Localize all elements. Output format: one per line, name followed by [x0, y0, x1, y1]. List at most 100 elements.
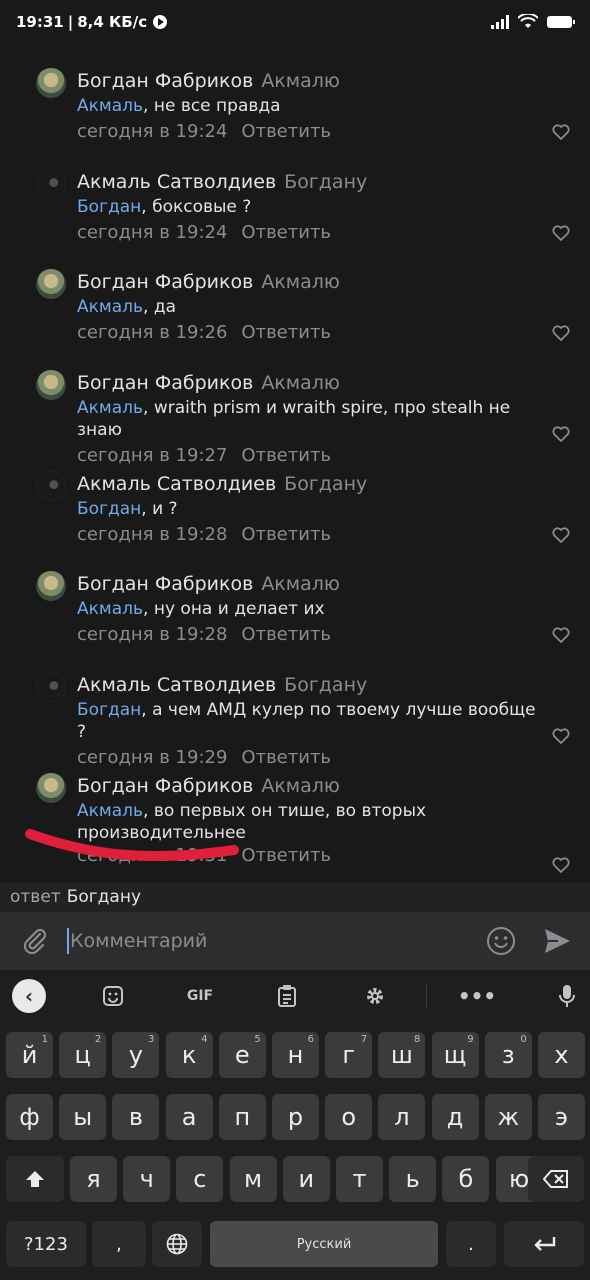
key-ч[interactable]: ч	[123, 1156, 171, 1202]
avatar[interactable]	[36, 269, 66, 300]
sticker-icon[interactable]	[98, 980, 128, 1012]
key-о[interactable]: о	[325, 1094, 373, 1140]
keyboard-collapse-button[interactable]: ‹	[12, 979, 46, 1013]
key-ц[interactable]: ц2	[59, 1032, 107, 1078]
emoji-icon[interactable]	[486, 926, 516, 956]
mention-link[interactable]: Акмаль	[77, 297, 143, 317]
key-ы[interactable]: ы	[59, 1094, 107, 1140]
comment-item[interactable]: Акмаль Сатволдиев Богдану Богдан, а чем АМ…	[0, 660, 590, 768]
author-name[interactable]: Акмаль Сатволдиев	[77, 674, 276, 696]
mention-link[interactable]: Богдан	[77, 197, 141, 217]
comment-item[interactable]: Богдан Фабриков Акмалю Акмаль, не все прав…	[0, 56, 590, 157]
mention-link[interactable]: Акмаль	[77, 599, 143, 619]
reply-to-name: Богдану	[284, 472, 368, 495]
space-bar[interactable]: Русский	[210, 1221, 438, 1267]
avatar[interactable]	[36, 571, 66, 602]
comment-input[interactable]	[70, 912, 470, 970]
shift-key[interactable]	[6, 1156, 64, 1202]
key-й[interactable]: й1	[6, 1032, 53, 1078]
reply-button[interactable]: Ответить	[241, 322, 331, 343]
key-т[interactable]: т	[336, 1156, 383, 1202]
key-е[interactable]: е5	[218, 1032, 266, 1078]
key-ф[interactable]: ф	[6, 1094, 53, 1140]
reply-button[interactable]: Ответить	[241, 845, 331, 866]
comment-item[interactable]: Богдан Фабриков Акмалю Акмаль, ну она и де…	[0, 559, 590, 660]
key-р[interactable]: р	[272, 1094, 319, 1140]
comment-item[interactable]: Акмаль Сатволдиев Богдану Богдан, и ? сегод…	[0, 459, 590, 560]
author-name[interactable]: Богдан Фабриков	[77, 573, 253, 595]
like-heart-icon[interactable]	[552, 124, 570, 140]
key-п[interactable]: п	[218, 1094, 266, 1140]
like-heart-icon[interactable]	[552, 426, 570, 442]
clipboard-icon[interactable]	[272, 980, 302, 1012]
attach-icon[interactable]	[20, 926, 48, 954]
comma-emoji-key[interactable]: ,	[92, 1221, 146, 1267]
key-в[interactable]: в	[112, 1094, 160, 1140]
globe-language-key[interactable]	[152, 1221, 202, 1267]
comment-item[interactable]: Богдан Фабриков Акмалю Акмаль, wraith pris…	[0, 358, 590, 466]
mention-link[interactable]: Акмаль	[77, 801, 143, 821]
mention-link[interactable]: Богдан	[77, 700, 141, 720]
key-к[interactable]: к4	[165, 1032, 213, 1078]
text-cursor	[67, 928, 69, 954]
mention-link[interactable]: Богдан	[77, 499, 141, 519]
microphone-icon[interactable]	[552, 980, 582, 1012]
reply-button[interactable]: Ответить	[241, 524, 331, 545]
key-с[interactable]: с	[176, 1156, 224, 1202]
key-ь[interactable]: ь	[389, 1156, 437, 1202]
key-я[interactable]: я	[70, 1156, 117, 1202]
author-name[interactable]: Богдан Фабриков	[77, 70, 253, 92]
key-з[interactable]: з0	[484, 1032, 532, 1078]
like-heart-icon[interactable]	[552, 857, 570, 873]
key-л[interactable]: л	[378, 1094, 426, 1140]
key-ж[interactable]: ж	[484, 1094, 532, 1140]
avatar[interactable]	[36, 168, 66, 199]
comment-item[interactable]: Богдан Фабриков Акмалю Акмаль, да сегодня в…	[0, 257, 590, 358]
key-а[interactable]: а	[165, 1094, 213, 1140]
backspace-key[interactable]	[528, 1156, 584, 1202]
author-name[interactable]: Богдан Фабриков	[77, 372, 253, 394]
send-icon[interactable]	[542, 926, 572, 956]
like-heart-icon[interactable]	[552, 225, 570, 241]
settings-gear-icon[interactable]	[360, 980, 390, 1012]
mention-link[interactable]: Акмаль	[77, 96, 143, 116]
author-name[interactable]: Богдан Фабриков	[77, 775, 253, 797]
avatar[interactable]	[36, 470, 66, 501]
avatar[interactable]	[36, 370, 66, 401]
like-heart-icon[interactable]	[552, 627, 570, 644]
more-options-icon[interactable]: •••	[458, 980, 496, 1012]
author-name[interactable]: Богдан Фабриков	[77, 271, 253, 293]
key-э[interactable]: э	[538, 1094, 585, 1140]
enter-key[interactable]	[504, 1221, 584, 1267]
like-heart-icon[interactable]	[552, 527, 570, 543]
comment-item[interactable]: Богдан Фабриков Акмалю Акмаль, во первых о…	[0, 761, 590, 873]
key-г[interactable]: г7	[325, 1032, 373, 1078]
mention-link[interactable]: Акмаль	[77, 398, 143, 418]
author-name[interactable]: Акмаль Сатволдиев	[77, 171, 276, 193]
avatar[interactable]	[36, 68, 66, 98]
reply-target-bar[interactable]: ответ Богдану	[0, 882, 590, 912]
avatar[interactable]	[36, 772, 66, 803]
author-name[interactable]: Акмаль Сатволдиев	[77, 473, 276, 495]
key-д[interactable]: д	[431, 1094, 479, 1140]
numbers-key[interactable]: ?123	[6, 1221, 86, 1267]
key-х[interactable]: х	[538, 1032, 585, 1078]
key-ш[interactable]: ш8	[378, 1032, 426, 1078]
reply-button[interactable]: Ответить	[241, 624, 331, 645]
like-heart-icon[interactable]	[552, 325, 570, 342]
key-н[interactable]: н6	[272, 1032, 319, 1078]
like-heart-icon[interactable]	[552, 728, 570, 745]
period-key[interactable]: .	[446, 1221, 496, 1267]
gif-button[interactable]: GIF	[180, 980, 220, 1012]
reply-button[interactable]: Ответить	[241, 222, 331, 243]
key-б[interactable]: б	[442, 1156, 490, 1202]
key-у[interactable]: у3	[112, 1032, 160, 1078]
key-ф-label: ф	[19, 1103, 40, 1131]
comment-item[interactable]: Акмаль Сатволдиев Богдану Богдан, боксовые…	[0, 157, 590, 258]
key-м[interactable]: м	[229, 1156, 277, 1202]
key-и[interactable]: и	[282, 1156, 330, 1202]
key-н-hint: 6	[307, 1034, 314, 1045]
key-щ[interactable]: щ9	[431, 1032, 479, 1078]
reply-button[interactable]: Ответить	[241, 121, 331, 142]
avatar[interactable]	[36, 672, 66, 703]
